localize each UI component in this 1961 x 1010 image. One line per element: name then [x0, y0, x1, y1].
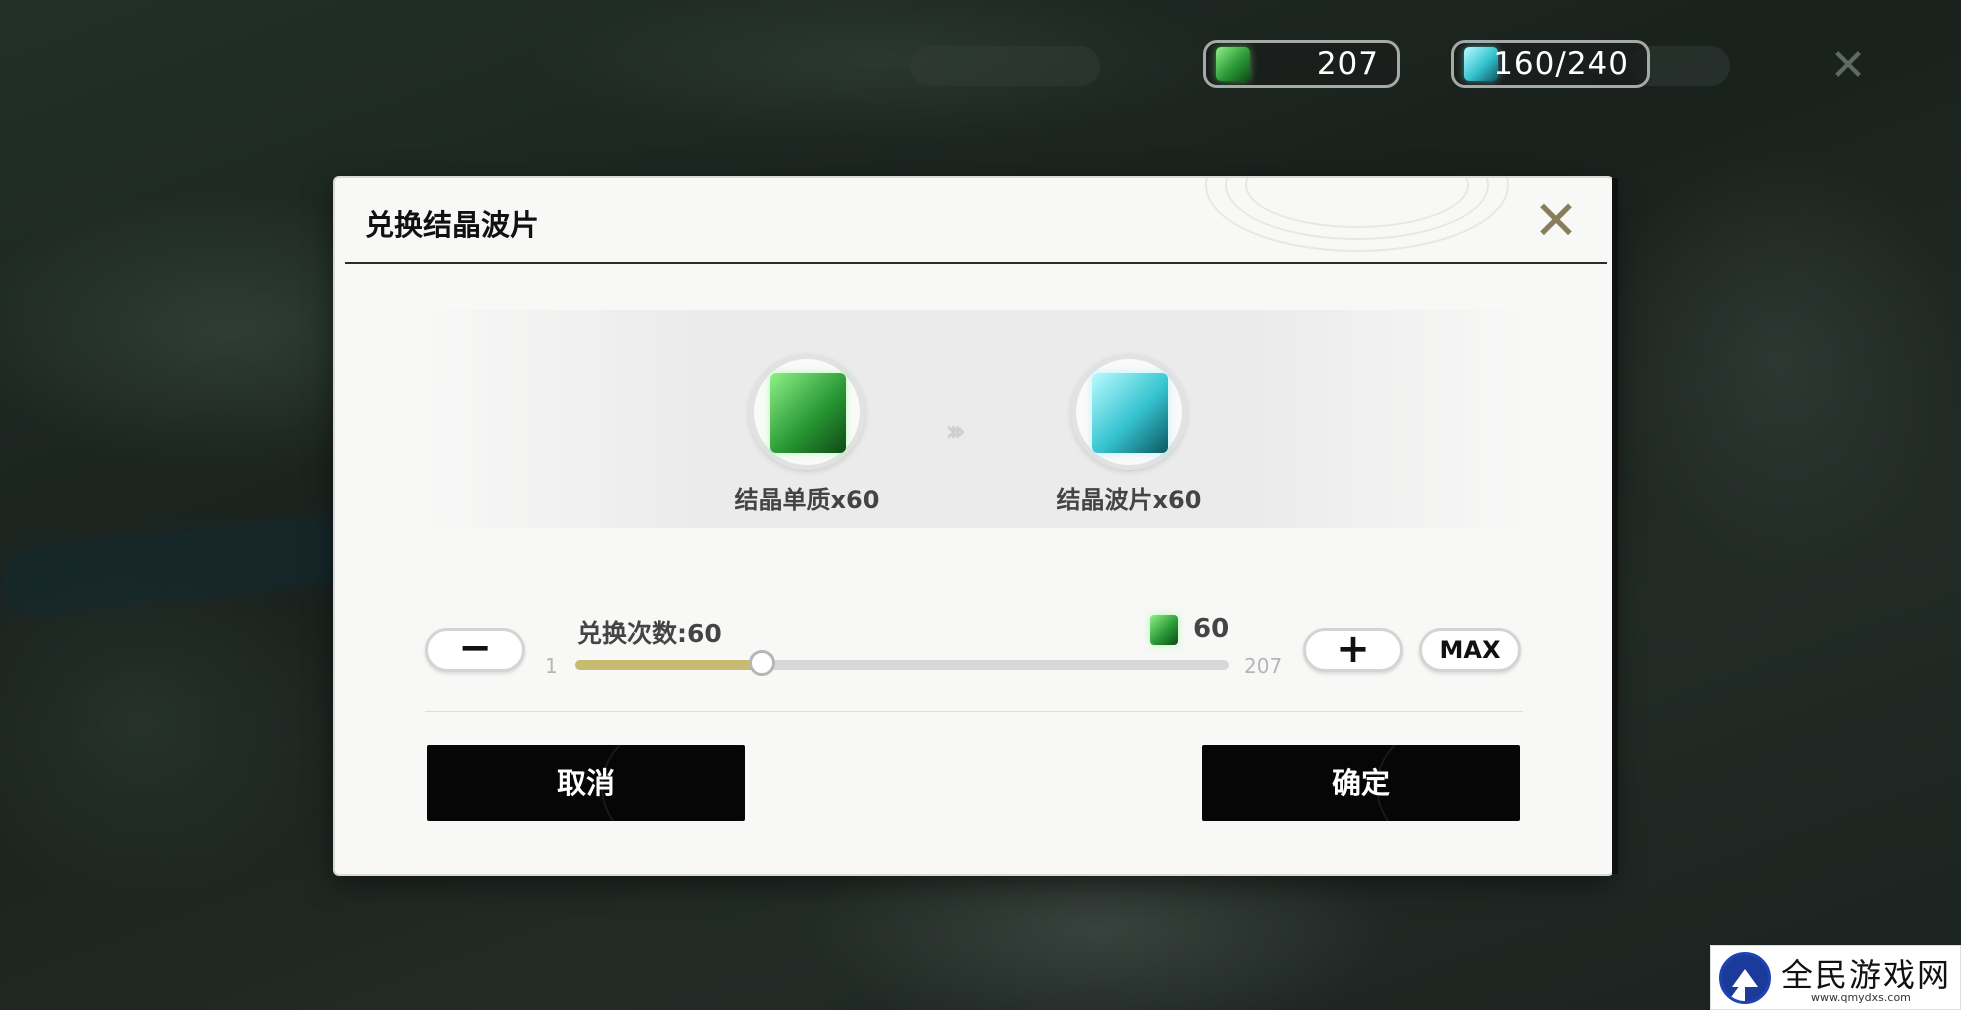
exchange-count-label: 兑换次数:60 — [577, 619, 722, 648]
crystal-monomer-count: 207 — [1316, 46, 1379, 82]
target-item: 结晶波片x60 — [1029, 354, 1229, 515]
decrease-button[interactable]: − — [425, 628, 525, 672]
max-button[interactable]: MAX — [1419, 628, 1521, 672]
background-resource-bar — [910, 46, 1100, 86]
slider-fill — [575, 660, 763, 670]
source-item: 结晶单质x60 — [707, 354, 907, 515]
green-crystal-cube-icon — [770, 373, 846, 453]
slider-min-label: 1 — [545, 654, 558, 678]
green-crystal-icon — [1150, 615, 1178, 645]
source-item-frame — [749, 354, 865, 470]
exchange-preview-band — [415, 310, 1535, 528]
confirm-button[interactable]: 确定 — [1202, 745, 1520, 821]
crystal-monomer-counter: 207 — [1203, 40, 1400, 88]
target-item-frame — [1071, 354, 1187, 470]
watermark-url: www.qmydxs.com — [1811, 991, 1911, 1004]
watermark-title: 全民游戏网 — [1781, 956, 1952, 994]
exchange-count-slider[interactable] — [575, 650, 1229, 676]
site-watermark: 全民游戏网 www.qmydxs.com — [1710, 945, 1961, 1010]
green-crystal-icon — [1216, 47, 1250, 81]
site-logo-icon — [1719, 952, 1771, 1004]
target-item-label: 结晶波片x60 — [1056, 486, 1202, 514]
title-divider — [345, 262, 1607, 264]
source-item-label: 结晶单质x60 — [734, 486, 880, 514]
close-icon[interactable]: ✕ — [1531, 194, 1581, 248]
background-close-icon: ✕ — [1829, 40, 1867, 91]
crystal-wave-count: 160/240 — [1493, 46, 1629, 82]
cyan-crystal-cube-icon — [1092, 373, 1168, 453]
arrow-right-icon: ››› — [945, 414, 966, 449]
controls-divider — [425, 711, 1523, 712]
dialog-edge — [1612, 178, 1618, 874]
cost-value: 60 — [1193, 614, 1230, 644]
increase-button[interactable]: + — [1303, 628, 1403, 672]
title-decoration — [1185, 178, 1525, 262]
cancel-button[interactable]: 取消 — [427, 745, 745, 821]
exchange-dialog: 兑换结晶波片 ✕ 结晶单质x60 ››› 结晶波片x60 − 兑换次数:60 6… — [335, 178, 1618, 874]
slider-handle[interactable] — [749, 650, 776, 676]
slider-max-label: 207 — [1244, 654, 1283, 678]
crystal-wave-counter: 160/240 — [1451, 40, 1650, 88]
dialog-title: 兑换结晶波片 — [365, 208, 540, 242]
